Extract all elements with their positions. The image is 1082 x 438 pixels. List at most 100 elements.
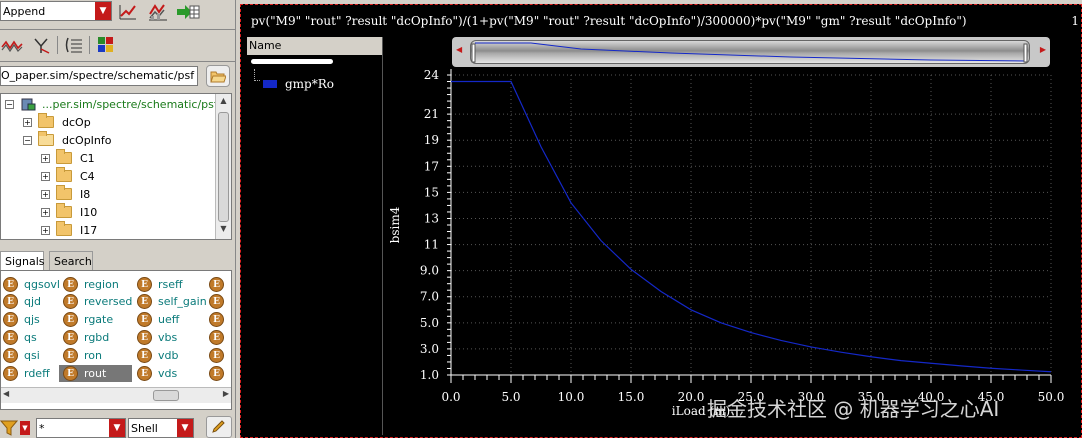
scroll-thumb[interactable]	[153, 390, 179, 401]
plot-area[interactable]: 0.0 5.0 10.0 15.0 20.0 25.0 30.0 35.0 40.0 45.0 50…	[241, 5, 1082, 438]
y-tick-label: 17	[424, 159, 439, 173]
filter-button[interactable]: ▼	[0, 418, 34, 438]
signal-item[interactable]: Eqsi	[3, 347, 40, 364]
signal-item[interactable]: Eueff	[137, 311, 179, 328]
signal-item[interactable]: Eqjs	[3, 311, 40, 328]
scroll-up-icon[interactable]: ▲	[218, 96, 229, 110]
path-field[interactable]: O_paper.sim/spectre/schematic/psf	[0, 66, 198, 86]
signal-icon: E	[137, 277, 152, 292]
multi-chart-icon[interactable]	[146, 1, 170, 23]
signal-item[interactable]: Eregion	[63, 276, 119, 293]
expand-icon[interactable]: +	[41, 153, 50, 163]
signal-item[interactable]: Ereversed	[63, 293, 132, 310]
signal-icon: E	[3, 366, 18, 381]
signal-item[interactable]: Eqjd	[3, 293, 41, 310]
watermark-text: 掘金技术社区 @ 机器学习之心AI	[707, 397, 1000, 421]
signal-icon: E	[209, 294, 224, 309]
chevron-down-icon[interactable]: ▼	[109, 419, 125, 437]
signal-item[interactable]: Ergate	[63, 311, 113, 328]
signal-item[interactable]: E	[209, 311, 230, 328]
collapse-icon[interactable]: −	[5, 99, 14, 109]
tree-item-label: dcOp	[62, 115, 91, 129]
x-tick-label: 5.0	[501, 390, 520, 404]
scroll-down-icon[interactable]: ▼	[218, 224, 229, 238]
tree-item-c4[interactable]: + C4	[41, 167, 95, 185]
chevron-down-icon[interactable]: ▼	[95, 2, 111, 20]
y-tick-label: 1.0	[420, 368, 439, 382]
list-icon[interactable]	[62, 34, 86, 56]
grid-palette-icon[interactable]	[94, 34, 118, 56]
folder-icon	[56, 167, 72, 182]
expand-icon[interactable]: +	[41, 225, 50, 235]
chevron-down-icon[interactable]: ▼	[20, 421, 30, 435]
signal-item[interactable]: Ergbd	[63, 329, 109, 346]
filter-input[interactable]: * ▼	[36, 418, 126, 438]
folder-icon	[56, 185, 72, 200]
export-table-icon[interactable]	[176, 1, 200, 23]
y-axis-label: bsim4	[388, 206, 402, 243]
expand-icon[interactable]: +	[23, 117, 32, 127]
tree-item-i17[interactable]: + I17	[41, 221, 97, 239]
toolbar-2	[0, 32, 236, 58]
signal-item[interactable]: Eself_gain	[137, 293, 207, 310]
signal-icon: E	[137, 348, 152, 363]
signal-icon: E	[63, 277, 78, 292]
tab-search[interactable]: Search	[49, 251, 93, 271]
signal-icon: E	[137, 312, 152, 327]
tree-root[interactable]: − ...per.sim/spectre/schematic/psf	[5, 95, 218, 113]
tree-item-i10[interactable]: + I10	[41, 203, 97, 221]
x-tick-label: 15.0	[618, 390, 645, 404]
scroll-thumb[interactable]	[218, 112, 229, 222]
tab-signals[interactable]: Signals	[0, 251, 45, 271]
signal-item[interactable]: E	[209, 347, 230, 364]
divider	[89, 36, 90, 54]
expand-icon[interactable]: +	[41, 189, 50, 199]
open-folder-button[interactable]	[206, 65, 230, 87]
app-window: Append ▼ O_paper.sim/spectre/schematic/p…	[0, 0, 1082, 438]
divider	[57, 36, 58, 54]
tree-item-dcop[interactable]: + dcOp	[23, 113, 91, 131]
y-axis-icon[interactable]	[30, 34, 54, 56]
signal-item[interactable]: E	[209, 276, 230, 293]
expand-icon[interactable]: +	[41, 171, 50, 181]
tree-item-c1[interactable]: + C1	[41, 149, 95, 167]
scroll-right-icon[interactable]: ▶	[223, 389, 229, 398]
signal-item-selected[interactable]: Erout	[59, 365, 132, 382]
scroll-left-icon[interactable]: ◀	[3, 389, 9, 398]
y-tick-label: 15	[424, 185, 439, 199]
shell-select[interactable]: Shell ▼	[128, 418, 194, 438]
pencil-button[interactable]	[206, 416, 232, 438]
folder-icon	[56, 149, 72, 164]
browser-panel: Append ▼ O_paper.sim/spectre/schematic/p…	[0, 0, 236, 438]
signal-item[interactable]: E	[209, 365, 230, 382]
signal-item[interactable]: Eqgsovl	[3, 276, 60, 293]
signal-icon: E	[3, 277, 18, 292]
y-tick-label: 5.0	[420, 316, 439, 330]
waveform-icon[interactable]	[0, 34, 24, 56]
signal-icon: E	[137, 330, 152, 345]
signal-item[interactable]: Eron	[63, 347, 102, 364]
tree-item-dcopinfo[interactable]: − dcOpInfo	[23, 131, 112, 149]
results-tree[interactable]: − ...per.sim/spectre/schematic/psf + dcO…	[0, 93, 232, 240]
signal-icon: E	[63, 294, 78, 309]
signals-hscrollbar[interactable]: ◀ ▶	[1, 387, 231, 403]
signal-item[interactable]: Erdeff	[3, 365, 50, 382]
append-combo[interactable]: Append ▼	[0, 1, 112, 21]
signal-item[interactable]: E	[209, 293, 230, 310]
divider	[0, 61, 236, 62]
signal-icon: E	[63, 312, 78, 327]
tree-scrollbar[interactable]: ▲ ▼	[215, 94, 231, 239]
signal-item[interactable]: Evbs	[137, 329, 177, 346]
signal-item[interactable]: Erseff	[137, 276, 183, 293]
expand-icon[interactable]: +	[41, 207, 50, 217]
tree-item-label: C4	[80, 169, 95, 183]
signal-item[interactable]: Evdb	[137, 347, 178, 364]
signal-item[interactable]: E	[209, 329, 230, 346]
collapse-icon[interactable]: −	[23, 135, 32, 145]
chevron-down-icon[interactable]: ▼	[177, 419, 193, 437]
tree-item-i8[interactable]: + I8	[41, 185, 90, 203]
tree-item-label: I8	[80, 187, 91, 201]
signal-item[interactable]: Evds	[137, 365, 177, 382]
signal-item[interactable]: Eqs	[3, 329, 37, 346]
line-chart-icon[interactable]	[116, 1, 140, 23]
